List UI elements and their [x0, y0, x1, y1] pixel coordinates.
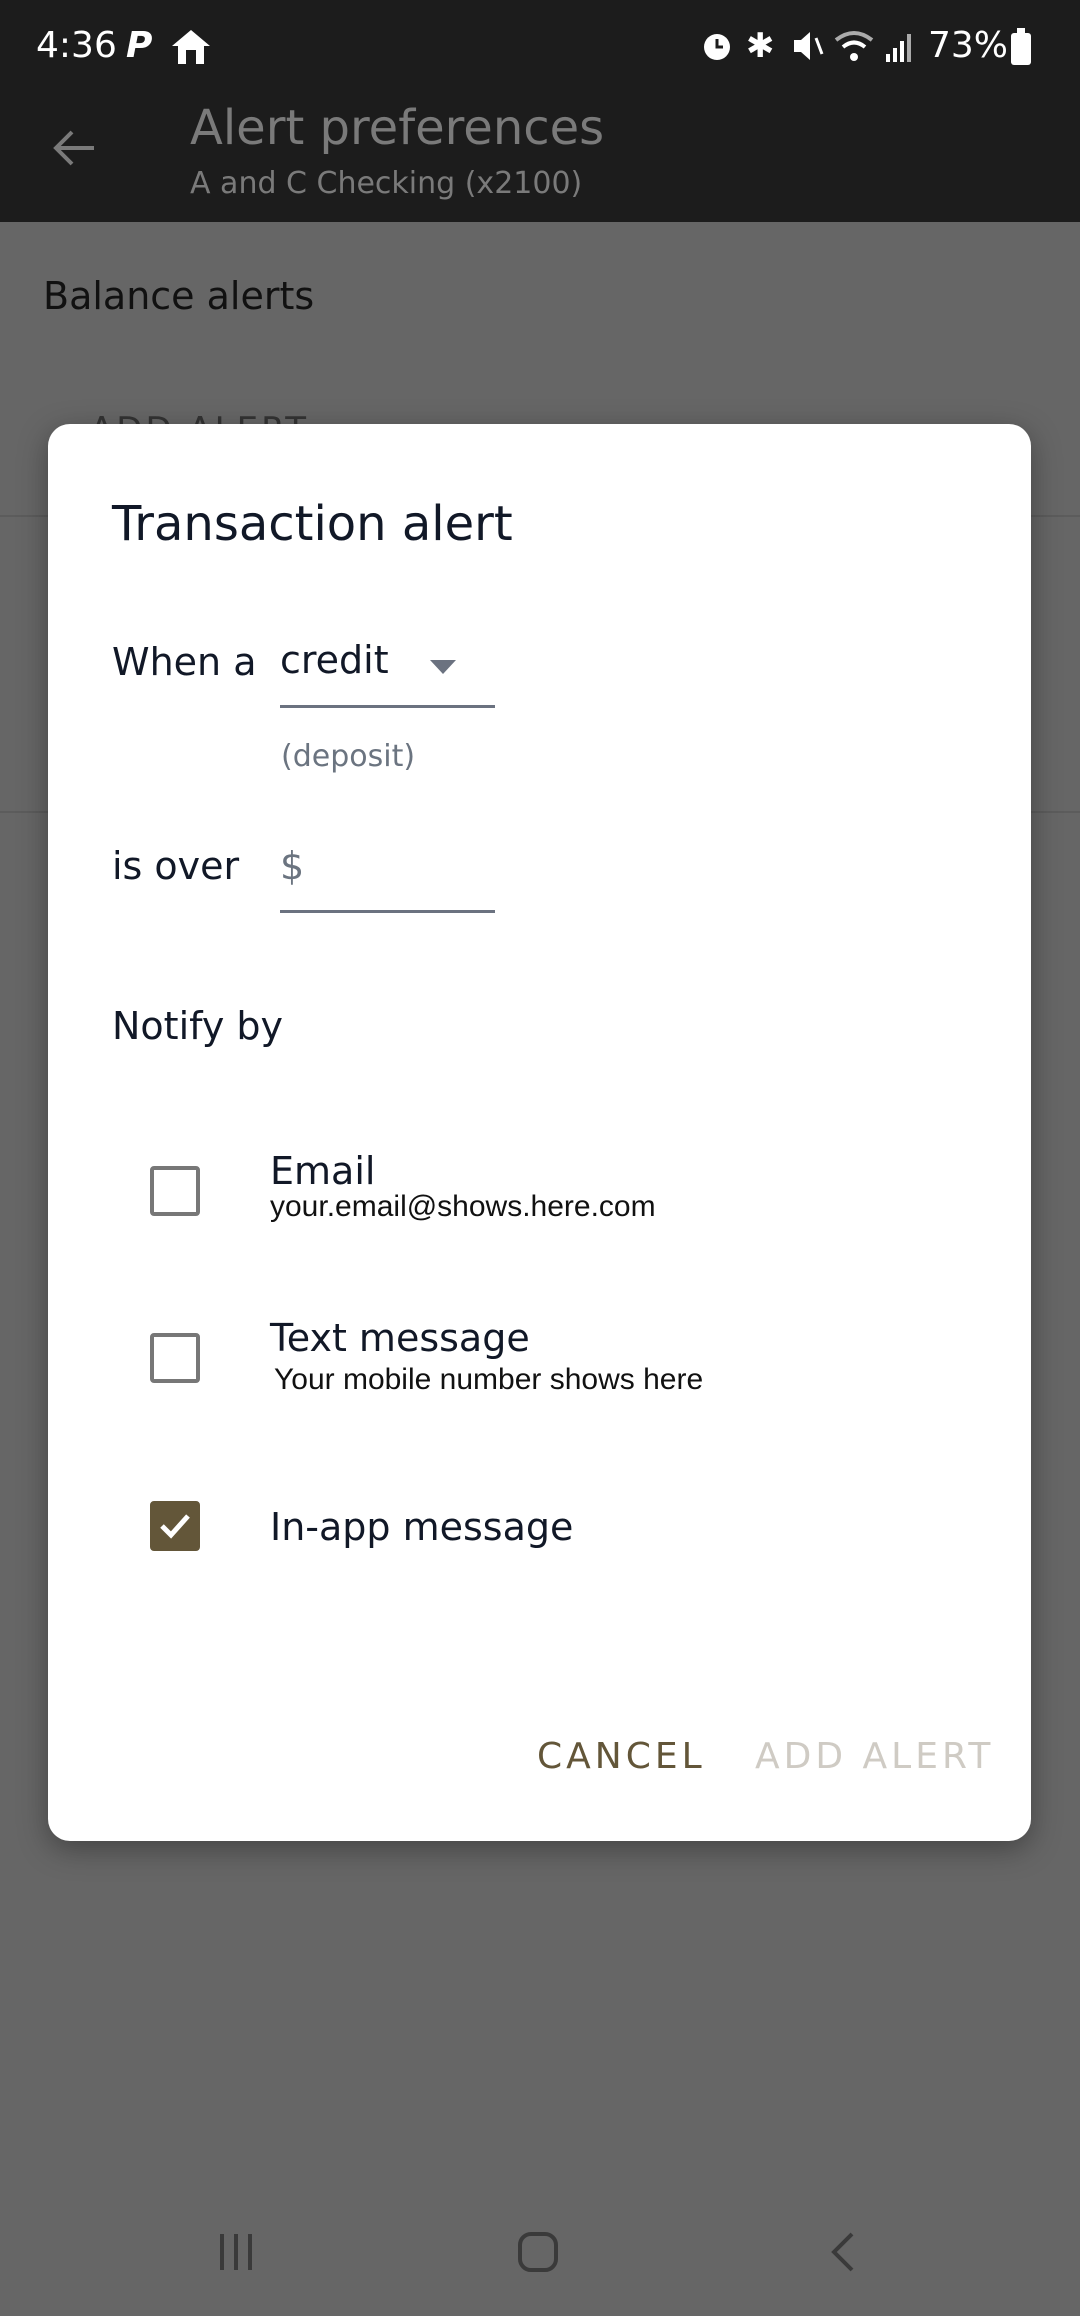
email-address: your.email@shows.here.com — [270, 1190, 656, 1223]
home-icon — [172, 30, 210, 64]
email-checkbox[interactable] — [150, 1166, 200, 1216]
type-helper-text: (deposit) — [281, 739, 416, 774]
clock: 4:36 — [36, 25, 117, 66]
battery-icon — [1011, 28, 1031, 65]
text-message-checkbox[interactable] — [150, 1333, 200, 1383]
page-title: Alert preferences — [190, 100, 605, 156]
add-alert-button[interactable]: ADD ALERT — [755, 1736, 994, 1777]
select-value: credit — [280, 638, 389, 682]
checkmark-icon — [160, 1514, 190, 1539]
in-app-message-checkbox[interactable] — [150, 1501, 200, 1551]
wifi-icon — [834, 31, 874, 61]
back-arrow-icon[interactable] — [50, 124, 98, 172]
status-bar: 4:36 P ✱ 73% — [0, 0, 1080, 90]
signal-icon — [886, 34, 911, 62]
text-message-option[interactable]: Text message Your mobile number shows he… — [108, 1316, 968, 1421]
account-subtitle: A and C Checking (x2100) — [190, 166, 583, 201]
bluetooth-icon: ✱ — [746, 26, 775, 66]
currency-prefix: $ — [280, 844, 305, 888]
in-app-message-label: In-app message — [270, 1505, 574, 1549]
p-app-icon: P — [126, 25, 153, 66]
mute-icon — [794, 32, 824, 60]
amount-underline — [280, 910, 495, 913]
dialog-title: Transaction alert — [112, 496, 513, 552]
battery-percent: 73% — [928, 25, 1009, 66]
text-message-label: Text message — [270, 1316, 530, 1360]
select-underline — [280, 705, 495, 708]
amount-input[interactable]: $ — [280, 828, 495, 913]
email-option[interactable]: Email your.email@shows.here.com — [108, 1149, 968, 1254]
recent-apps-icon[interactable] — [214, 2230, 258, 2274]
email-label: Email — [270, 1149, 376, 1193]
nav-back-icon[interactable] — [822, 2230, 866, 2274]
cancel-button[interactable]: CANCEL — [537, 1736, 706, 1777]
transaction-alert-dialog: Transaction alert When a credit (deposit… — [48, 424, 1031, 1841]
alarm-icon — [704, 34, 730, 60]
balance-alerts-heading: Balance alerts — [43, 274, 315, 318]
transaction-type-select[interactable]: credit — [280, 624, 495, 708]
home-button-icon[interactable] — [516, 2230, 560, 2274]
dropdown-arrow-icon — [430, 660, 456, 674]
mobile-number: Your mobile number shows here — [274, 1363, 704, 1396]
is-over-label: is over — [112, 844, 240, 888]
notify-by-label: Notify by — [112, 1004, 284, 1048]
in-app-message-option[interactable]: In-app message — [108, 1489, 968, 1569]
when-label: When a — [112, 640, 257, 684]
